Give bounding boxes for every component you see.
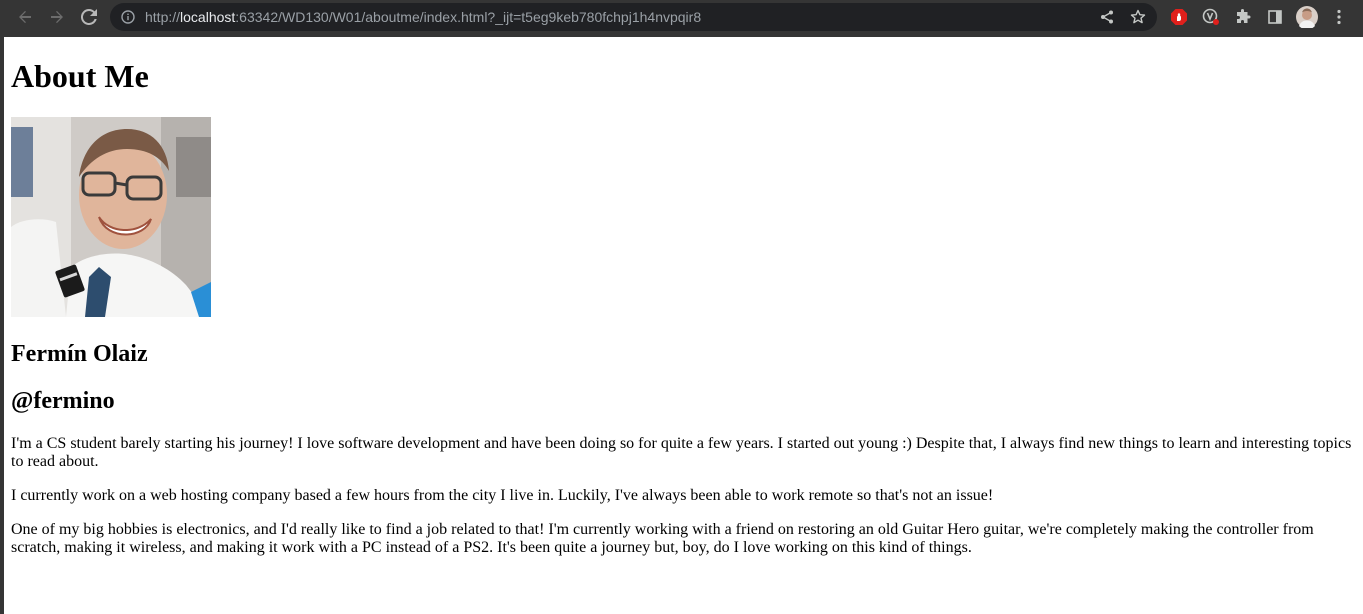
- share-icon[interactable]: [1097, 7, 1117, 27]
- url-text[interactable]: http://localhost:63342/WD130/W01/aboutme…: [145, 9, 701, 25]
- adblock-extension-icon[interactable]: [1167, 5, 1191, 29]
- page-viewport: About Me Fermín Olaiz @fermino I'm a CS …: [4, 37, 1363, 614]
- reload-icon: [81, 9, 97, 25]
- url-prefix: http://: [145, 9, 181, 25]
- browser-toolbar: http://localhost:63342/WD130/W01/aboutme…: [0, 0, 1363, 34]
- address-bar[interactable]: http://localhost:63342/WD130/W01/aboutme…: [110, 3, 1157, 31]
- side-panel-icon[interactable]: [1263, 5, 1287, 29]
- person-name: Fermín Olaiz: [11, 341, 148, 367]
- about-paragraph: I'm a CS student barely starting his jou…: [11, 435, 1352, 470]
- bookmark-star-icon[interactable]: [1128, 7, 1148, 27]
- arrow-right-icon: [51, 11, 63, 23]
- url-path: :63342/WD130/W01/aboutme/index.html?_ijt…: [235, 9, 702, 25]
- puzzle-extensions-icon[interactable]: [1231, 5, 1255, 29]
- profile-avatar[interactable]: [1295, 5, 1319, 29]
- info-icon[interactable]: [120, 9, 136, 25]
- arrow-left-icon: [19, 11, 31, 23]
- reload-button[interactable]: [77, 5, 101, 29]
- forward-button[interactable]: [45, 5, 69, 29]
- extension-icon[interactable]: [1199, 5, 1223, 29]
- work-paragraph: I currently work on a web hosting compan…: [11, 487, 994, 504]
- kebab-menu-icon[interactable]: [1327, 5, 1351, 29]
- profile-photo: [11, 117, 211, 317]
- back-button[interactable]: [13, 5, 37, 29]
- page-title: About Me: [11, 58, 149, 94]
- url-host: localhost: [180, 9, 236, 25]
- person-handle: @fermino: [11, 388, 115, 414]
- hobbies-paragraph: One of my big hobbies is electronics, an…: [11, 521, 1314, 556]
